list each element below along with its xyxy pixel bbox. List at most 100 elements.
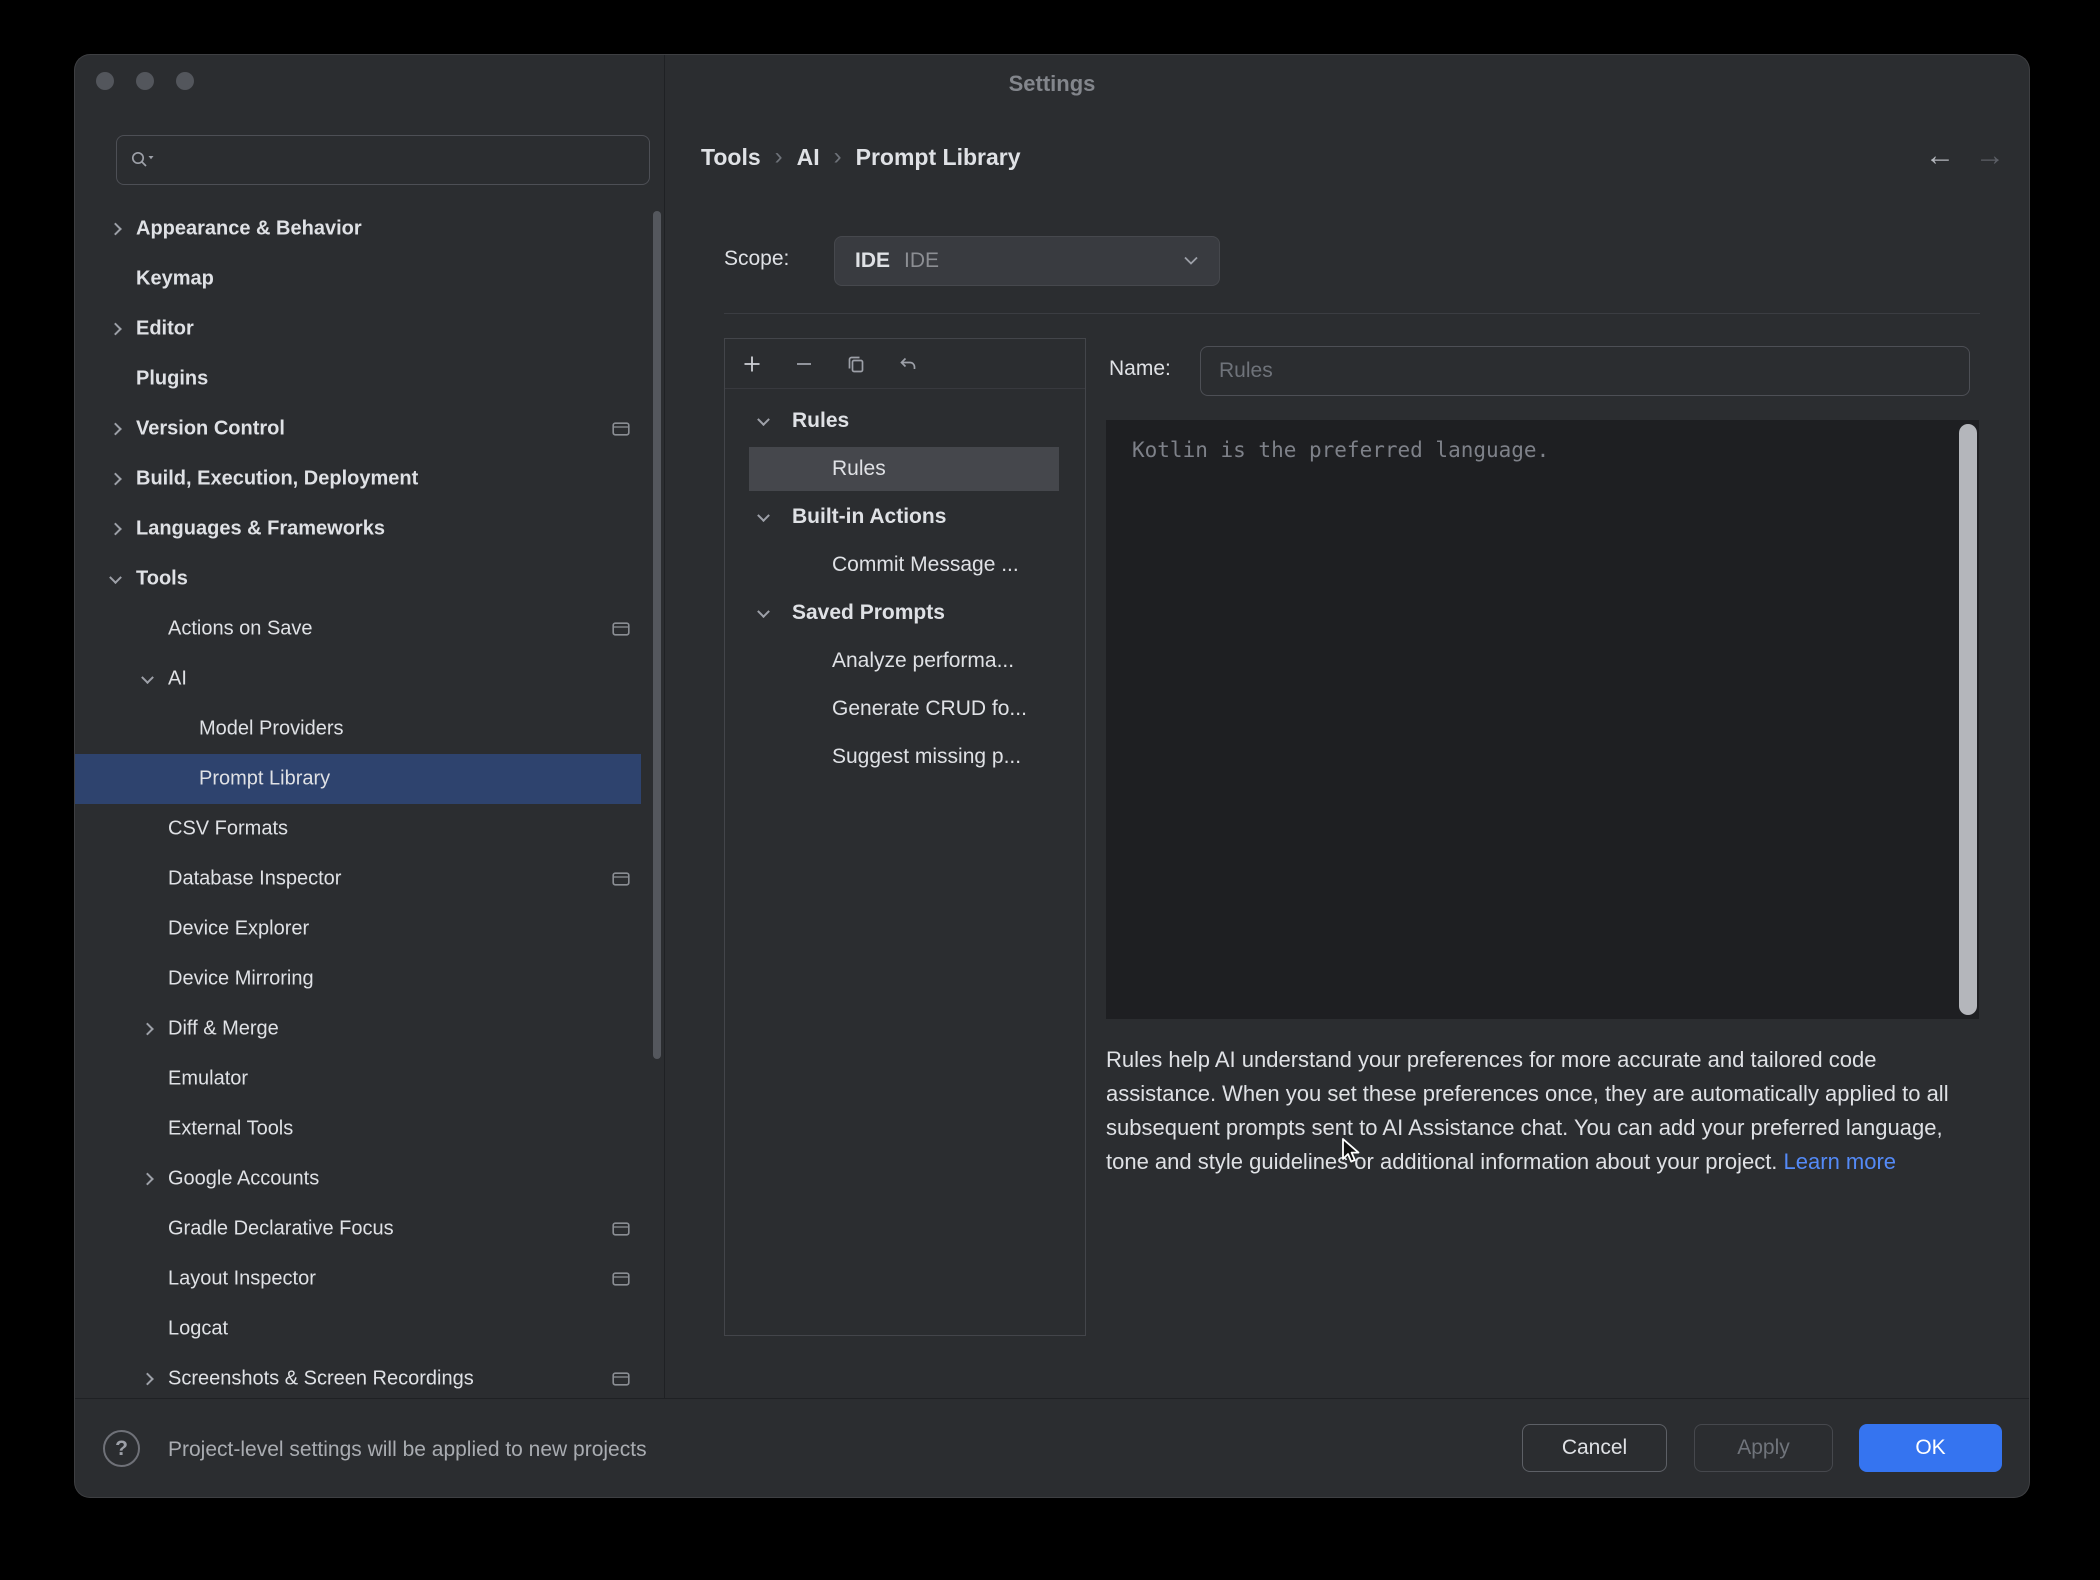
chevron-right-icon[interactable] [109, 473, 122, 486]
sidebar-item-gradle-declarative-focus[interactable]: Gradle Declarative Focus [75, 1204, 641, 1254]
back-arrow-icon[interactable]: ← [1923, 139, 1957, 173]
apply-button[interactable]: Apply [1694, 1424, 1833, 1472]
monitor-icon [612, 1221, 630, 1237]
name-input[interactable] [1200, 346, 1970, 396]
forward-arrow-icon[interactable]: → [1973, 139, 2007, 173]
prompt-item-label: Saved Prompts [792, 601, 945, 625]
chevron-right-icon[interactable] [109, 323, 122, 336]
chevron-right-icon[interactable] [109, 523, 122, 536]
help-icon[interactable]: ? [103, 1430, 140, 1467]
prompt-tree: Rules Rules Built-in Actions Commit Message… [725, 397, 1085, 781]
breadcrumb-tools[interactable]: Tools [701, 144, 761, 171]
breadcrumb-ai[interactable]: AI [797, 144, 820, 171]
sidebar-item-keymap[interactable]: Keymap [75, 254, 641, 304]
sidebar-item-version-control[interactable]: Version Control [75, 404, 641, 454]
learn-more-link[interactable]: Learn more [1784, 1149, 1897, 1174]
sidebar-item-screenshots-screen-recordings[interactable]: Screenshots & Screen Recordings [75, 1354, 641, 1398]
prompt-item-analyze-performa[interactable]: Analyze performa... [725, 637, 1085, 685]
editor-scrollbar[interactable] [1959, 424, 1977, 1015]
sidebar-item-label: Plugins [136, 368, 208, 391]
prompt-item-label: Suggest missing p... [832, 745, 1021, 769]
settings-search[interactable] [116, 135, 650, 185]
chevron-right-icon[interactable] [141, 1173, 154, 1186]
sidebar-item-device-mirroring[interactable]: Device Mirroring [75, 954, 641, 1004]
prompt-item-suggest-missing-p[interactable]: Suggest missing p... [725, 733, 1085, 781]
copy-icon[interactable] [845, 353, 867, 375]
sidebar-item-database-inspector[interactable]: Database Inspector [75, 854, 641, 904]
sidebar-item-label: Build, Execution, Deployment [136, 468, 418, 491]
monitor-icon [612, 1271, 630, 1287]
chevron-down-icon [1183, 256, 1199, 266]
sidebar-item-label: Device Mirroring [168, 968, 314, 991]
sidebar-item-diff-merge[interactable]: Diff & Merge [75, 1004, 641, 1054]
prompt-group-saved-prompts[interactable]: Saved Prompts [725, 589, 1085, 637]
scope-separator [724, 313, 1980, 314]
chevron-down-icon[interactable] [757, 413, 770, 426]
prompt-item-label: Built-in Actions [792, 505, 946, 529]
chevron-right-icon[interactable] [109, 223, 122, 236]
sidebar-item-emulator[interactable]: Emulator [75, 1054, 641, 1104]
sidebar-item-label: External Tools [168, 1118, 293, 1141]
sidebar-item-external-tools[interactable]: External Tools [75, 1104, 641, 1154]
add-icon[interactable] [741, 353, 763, 375]
ok-button[interactable]: OK [1859, 1424, 2002, 1472]
sidebar-item-csv-formats[interactable]: CSV Formats [75, 804, 641, 854]
remove-icon[interactable] [793, 353, 815, 375]
sidebar-item-label: Emulator [168, 1068, 248, 1091]
sidebar-item-editor[interactable]: Editor [75, 304, 641, 354]
search-input[interactable] [155, 149, 637, 172]
sidebar-item-build-execution-deployment[interactable]: Build, Execution, Deployment [75, 454, 641, 504]
prompt-list-panel: Rules Rules Built-in Actions Commit Message… [724, 338, 1086, 1336]
sidebar-item-layout-inspector[interactable]: Layout Inspector [75, 1254, 641, 1304]
chevron-down-icon[interactable] [757, 509, 770, 522]
footer: ? Project-level settings will be applied… [75, 1398, 2029, 1498]
chevron-down-icon[interactable] [109, 571, 122, 584]
scope-select[interactable]: IDE IDE [834, 236, 1220, 286]
sidebar-item-label: Keymap [136, 268, 214, 291]
prompt-item-label: Rules [792, 409, 849, 433]
sidebar-item-device-explorer[interactable]: Device Explorer [75, 904, 641, 954]
breadcrumb: Tools › AI › Prompt Library [701, 143, 1021, 171]
sidebar-item-label: Languages & Frameworks [136, 518, 385, 541]
sidebar-item-label: Appearance & Behavior [136, 218, 362, 241]
prompt-item-label: Commit Message ... [832, 553, 1019, 577]
sidebar-item-ai[interactable]: AI [75, 654, 641, 704]
prompt-group-built-in-actions[interactable]: Built-in Actions [725, 493, 1085, 541]
chevron-right-icon[interactable] [109, 423, 122, 436]
mouse-cursor [1333, 1133, 1367, 1167]
sidebar-item-tools[interactable]: Tools [75, 554, 641, 604]
breadcrumb-separator: › [761, 143, 797, 171]
sidebar-item-google-accounts[interactable]: Google Accounts [75, 1154, 641, 1204]
prompt-item-label: Rules [832, 457, 886, 481]
sidebar-item-model-providers[interactable]: Model Providers [75, 704, 641, 754]
sidebar-item-label: Actions on Save [168, 618, 313, 641]
sidebar-scrollbar[interactable] [653, 211, 661, 1059]
undo-icon[interactable] [897, 353, 919, 375]
chevron-right-icon[interactable] [141, 1023, 154, 1036]
sidebar-item-plugins[interactable]: Plugins [75, 354, 641, 404]
sidebar-item-logcat[interactable]: Logcat [75, 1304, 641, 1354]
sidebar-item-label: Model Providers [199, 718, 344, 741]
sidebar-item-label: Version Control [136, 418, 285, 441]
sidebar-item-label: Screenshots & Screen Recordings [168, 1368, 474, 1391]
prompt-item-rules[interactable]: Rules [725, 445, 1085, 493]
prompt-item-label: Analyze performa... [832, 649, 1014, 673]
cancel-button[interactable]: Cancel [1522, 1424, 1667, 1472]
sidebar-item-label: Editor [136, 318, 194, 341]
prompt-toolbar [725, 339, 1085, 389]
prompt-editor[interactable]: Kotlin is the preferred language. [1106, 420, 1979, 1019]
sidebar-item-actions-on-save[interactable]: Actions on Save [75, 604, 641, 654]
name-label: Name: [1109, 357, 1171, 381]
sidebar-item-languages-frameworks[interactable]: Languages & Frameworks [75, 504, 641, 554]
chevron-down-icon[interactable] [757, 605, 770, 618]
prompt-item-generate-crud-fo[interactable]: Generate CRUD fo... [725, 685, 1085, 733]
monitor-icon [612, 1371, 630, 1387]
sidebar-item-appearance-behavior[interactable]: Appearance & Behavior [75, 204, 641, 254]
prompt-item-commit-message[interactable]: Commit Message ... [725, 541, 1085, 589]
chevron-right-icon[interactable] [141, 1373, 154, 1386]
scope-value: IDE [904, 249, 1183, 273]
sidebar-item-label: Tools [136, 568, 188, 591]
prompt-group-rules[interactable]: Rules [725, 397, 1085, 445]
sidebar-item-prompt-library[interactable]: Prompt Library [75, 754, 641, 804]
chevron-down-icon[interactable] [141, 671, 154, 684]
